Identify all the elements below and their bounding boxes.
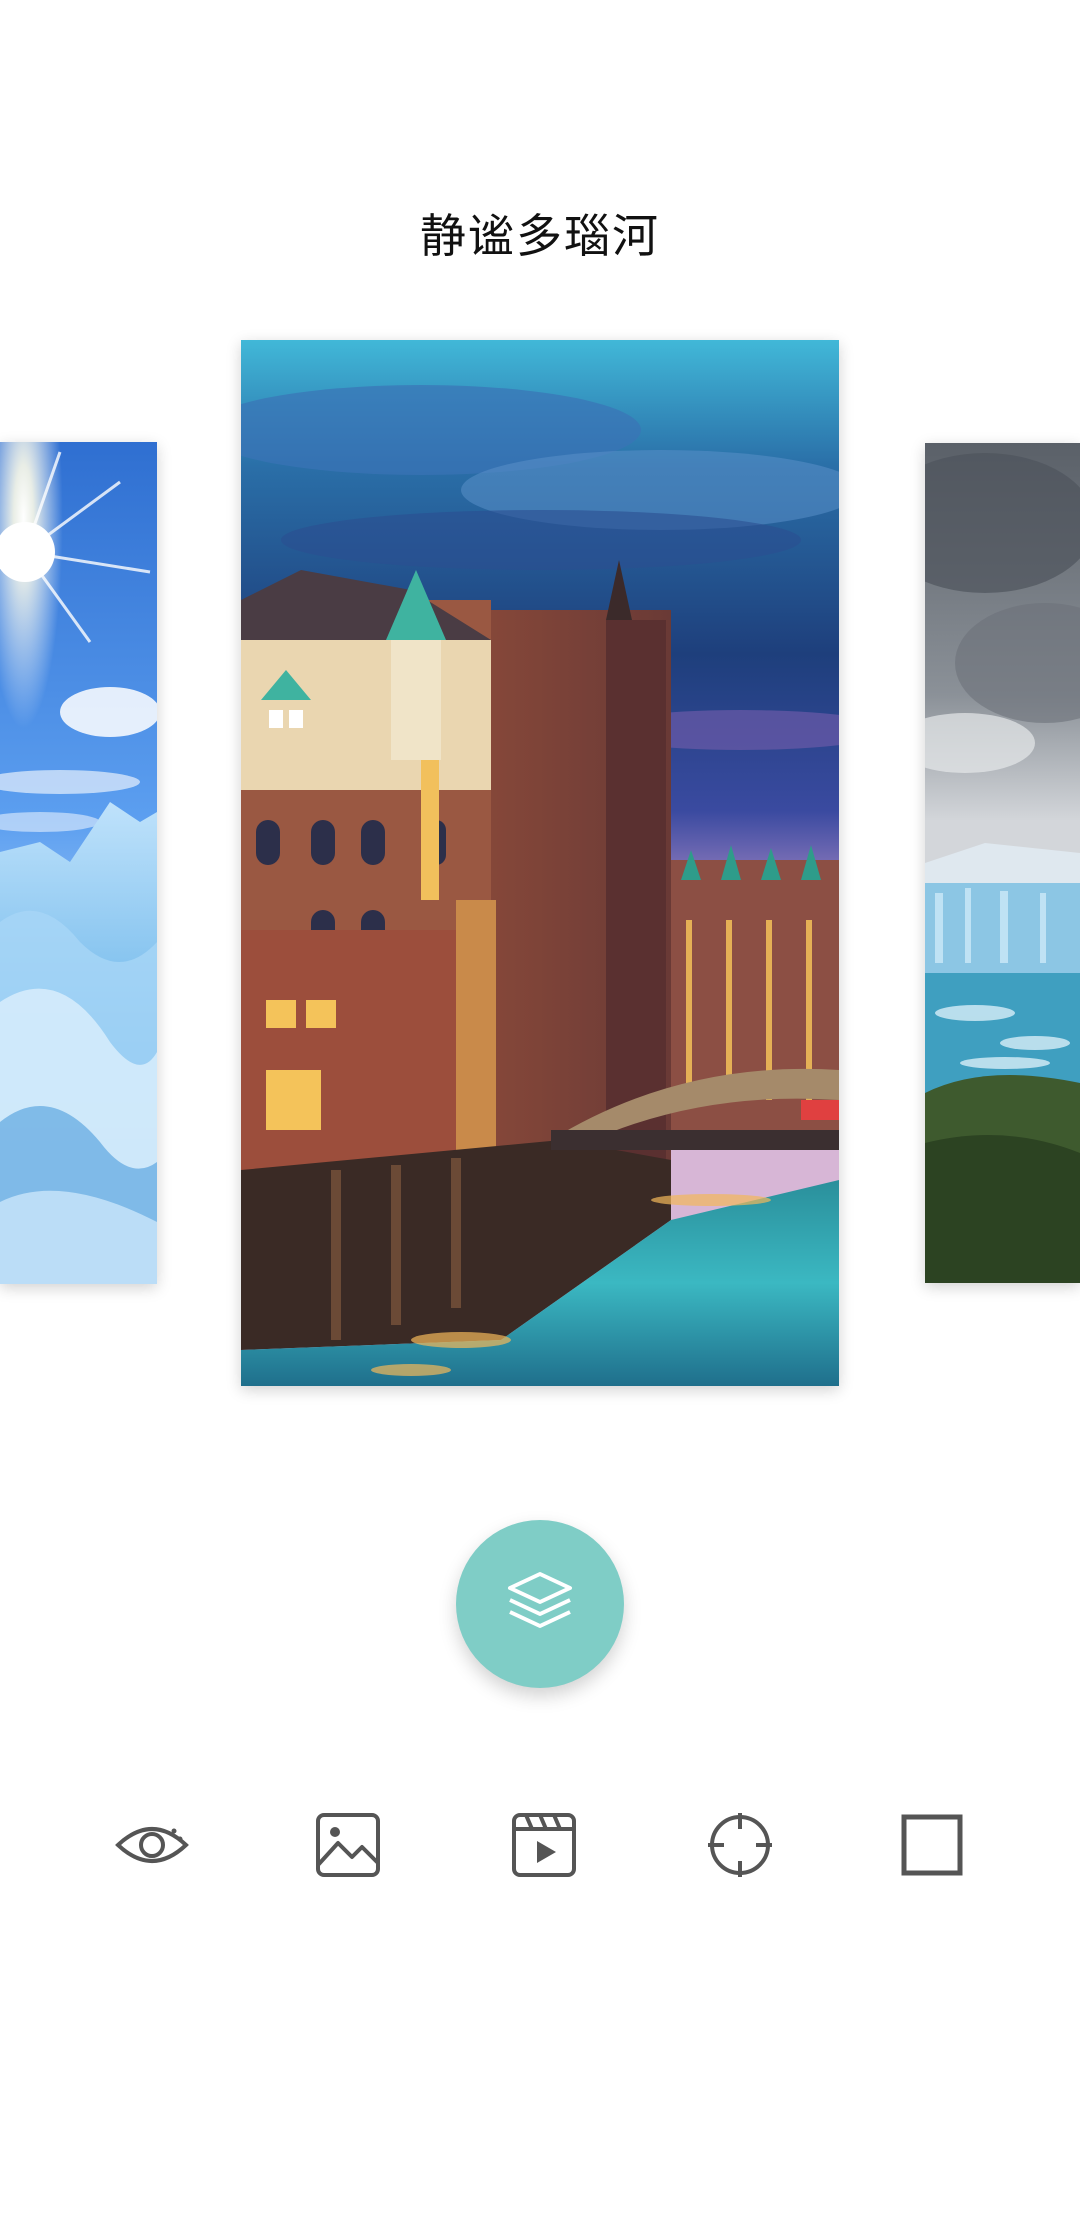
crosshair-icon <box>708 1813 772 1877</box>
eye-icon <box>115 1827 189 1863</box>
apply-layers-button[interactable] <box>456 1520 624 1688</box>
glacier-cloudy-image <box>925 443 1080 1283</box>
canal-city-image <box>241 340 839 1386</box>
wallpaper-card-next[interactable] <box>925 443 1080 1283</box>
page-title: 静谧多瑙河 <box>420 209 660 263</box>
layers-icon <box>508 1572 572 1628</box>
wallpaper-screen: 静谧多瑙河 <box>0 0 1080 2240</box>
video-button[interactable] <box>504 1805 584 1885</box>
frame-button[interactable] <box>892 1805 972 1885</box>
video-clip-icon <box>512 1813 576 1877</box>
wallpaper-card-previous[interactable] <box>0 442 157 1284</box>
square-icon <box>901 1814 963 1876</box>
wallpaper-card-current[interactable] <box>241 340 839 1386</box>
glacier-sun-image <box>0 442 157 1284</box>
preview-button[interactable] <box>112 1805 192 1885</box>
bottom-toolbar <box>0 1805 1080 1885</box>
gallery-button[interactable] <box>308 1805 388 1885</box>
image-icon <box>316 1813 380 1877</box>
locate-button[interactable] <box>700 1805 780 1885</box>
